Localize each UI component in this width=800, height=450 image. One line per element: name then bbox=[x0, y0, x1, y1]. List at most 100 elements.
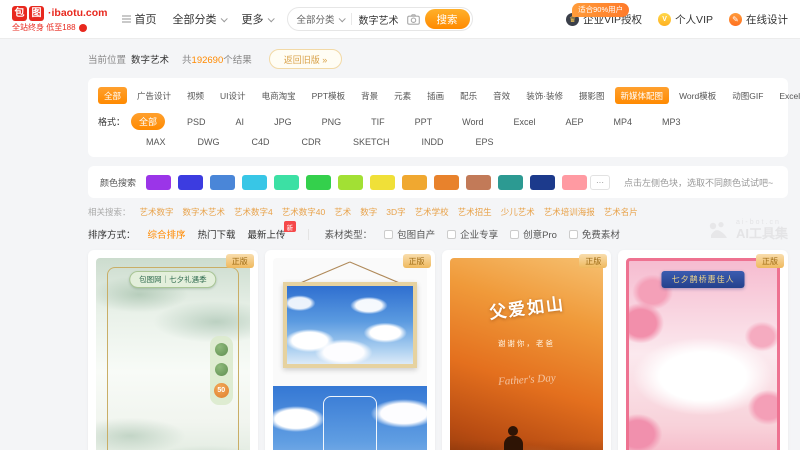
format-option[interactable]: AEP bbox=[557, 115, 591, 129]
category-tag[interactable]: 视频 bbox=[181, 87, 210, 104]
category-tag[interactable]: 插画 bbox=[421, 87, 450, 104]
format-option[interactable]: INDD bbox=[414, 135, 452, 149]
result-card-qixi-gift[interactable]: 正版 包图网｜七夕礼遇季 50 bbox=[88, 250, 258, 450]
color-swatch[interactable] bbox=[402, 175, 427, 190]
category-tag[interactable]: PPT模板 bbox=[306, 87, 352, 104]
checkbox-icon[interactable] bbox=[447, 230, 456, 239]
checkbox-icon[interactable] bbox=[510, 230, 519, 239]
related-term[interactable]: 艺术数字4 bbox=[234, 206, 273, 218]
seal-icon bbox=[215, 363, 228, 376]
related-term[interactable]: 艺术 bbox=[334, 206, 351, 218]
nav-more[interactable]: 更多 bbox=[242, 11, 273, 27]
related-term[interactable]: 艺术学校 bbox=[415, 206, 449, 218]
category-tag[interactable]: 广告设计 bbox=[131, 87, 177, 104]
category-tag[interactable]: 元素 bbox=[388, 87, 417, 104]
card-thumbnail bbox=[273, 258, 427, 450]
color-swatch[interactable] bbox=[370, 175, 395, 190]
related-term[interactable]: 艺术培训海报 bbox=[544, 206, 595, 218]
format-option[interactable]: EPS bbox=[468, 135, 502, 149]
related-term[interactable]: 艺术名片 bbox=[604, 206, 638, 218]
format-option[interactable]: JPG bbox=[266, 115, 300, 129]
color-swatch[interactable] bbox=[306, 175, 331, 190]
back-to-old-version-button[interactable]: 返回旧版 » bbox=[269, 49, 343, 69]
search-button[interactable]: 搜索 bbox=[425, 9, 470, 29]
format-option[interactable]: MAX bbox=[138, 135, 174, 149]
online-design-link[interactable]: ✎ 在线设计 bbox=[729, 12, 788, 27]
material-type-enterprise[interactable]: 企业专享 bbox=[447, 227, 498, 241]
related-term[interactable]: 数字 bbox=[360, 206, 377, 218]
material-type-free[interactable]: 免费素材 bbox=[569, 227, 620, 241]
material-type-self-produced[interactable]: 包图自产 bbox=[384, 227, 435, 241]
category-tag[interactable]: Word模板 bbox=[673, 87, 722, 104]
category-tag[interactable]: 配乐 bbox=[454, 87, 483, 104]
enterprise-vip-link[interactable]: 适合90%用户 ♛ 企业VIP授权 bbox=[566, 12, 642, 27]
more-colors-button[interactable]: ··· bbox=[590, 175, 610, 190]
related-term[interactable]: 3D字 bbox=[386, 206, 405, 218]
nav-home[interactable]: 首页 bbox=[122, 11, 157, 27]
color-swatch[interactable] bbox=[562, 175, 587, 190]
related-term[interactable]: 艺术招生 bbox=[458, 206, 492, 218]
format-option[interactable]: MP4 bbox=[605, 115, 640, 129]
related-term[interactable]: 数字木艺术 bbox=[183, 206, 226, 218]
color-swatch[interactable] bbox=[466, 175, 491, 190]
category-tag[interactable]: 音效 bbox=[487, 87, 516, 104]
format-option[interactable]: MP3 bbox=[654, 115, 689, 129]
logo-tagline: 全站终身 低至188 bbox=[12, 24, 76, 32]
format-option[interactable]: AI bbox=[228, 115, 253, 129]
format-option[interactable]: Word bbox=[454, 115, 491, 129]
color-swatch[interactable] bbox=[242, 175, 267, 190]
color-swatch[interactable] bbox=[210, 175, 235, 190]
related-term[interactable]: 少儿艺术 bbox=[501, 206, 535, 218]
camera-icon[interactable] bbox=[407, 14, 420, 25]
personal-vip-link[interactable]: V 个人VIP bbox=[658, 12, 713, 27]
material-type-creative-pro[interactable]: 创意Pro bbox=[510, 227, 557, 241]
color-swatch[interactable] bbox=[146, 175, 171, 190]
color-swatch[interactable] bbox=[498, 175, 523, 190]
sort-option-popular[interactable]: 热门下载 bbox=[198, 227, 236, 241]
main-nav: 首页 全部分类 更多 bbox=[122, 11, 273, 27]
format-option[interactable]: DWG bbox=[190, 135, 228, 149]
sort-option-newest[interactable]: 最新上传 新 bbox=[248, 227, 286, 241]
format-option[interactable]: SKETCH bbox=[345, 135, 398, 149]
category-tag[interactable]: 新媒体配图 bbox=[615, 87, 670, 104]
category-tag[interactable]: 背景 bbox=[355, 87, 384, 104]
card-thumbnail: 七夕鹊桥惠佳人 20 七夕钜惠 bbox=[626, 258, 780, 450]
filter-panel: 全部 广告设计 视频 UI设计 电商淘宝 PPT模板 背景 元素 插画 配乐 音… bbox=[88, 78, 788, 157]
logo-bao-icon: 包 bbox=[12, 6, 27, 21]
checkbox-icon[interactable] bbox=[569, 230, 578, 239]
result-card-qixi-sale[interactable]: 正版 七夕鹊桥惠佳人 20 七夕钜惠 bbox=[618, 250, 788, 450]
color-swatch[interactable] bbox=[434, 175, 459, 190]
related-term[interactable]: 艺术数字40 bbox=[282, 206, 325, 218]
format-option[interactable]: C4D bbox=[244, 135, 278, 149]
format-option[interactable]: PNG bbox=[314, 115, 350, 129]
format-option[interactable]: CDR bbox=[294, 135, 330, 149]
category-tag[interactable]: 电商淘宝 bbox=[256, 87, 302, 104]
sort-option-comprehensive[interactable]: 综合排序 bbox=[148, 227, 186, 241]
format-option[interactable]: Excel bbox=[505, 115, 543, 129]
format-option[interactable]: PPT bbox=[407, 115, 441, 129]
search-category-select[interactable]: 全部分类 bbox=[297, 12, 344, 26]
site-logo[interactable]: 包 图 ·ibaotu.com 全站终身 低至188 bbox=[12, 6, 108, 32]
category-tag[interactable]: 装饰·装修 bbox=[520, 87, 569, 104]
color-swatch[interactable] bbox=[338, 175, 363, 190]
related-term[interactable]: 艺术数字 bbox=[140, 206, 174, 218]
format-option[interactable]: TIF bbox=[363, 115, 393, 129]
logo-domain: ·ibaotu.com bbox=[48, 8, 108, 19]
online-design-icon: ✎ bbox=[729, 13, 742, 26]
format-option[interactable]: PSD bbox=[179, 115, 214, 129]
result-card-fathers-day[interactable]: 正版 父爱如山 谢谢你，老爸 Father's Day bbox=[442, 250, 612, 450]
category-tag[interactable]: UI设计 bbox=[214, 87, 252, 104]
category-tag[interactable]: 全部 bbox=[98, 87, 127, 104]
color-swatch[interactable] bbox=[274, 175, 299, 190]
color-swatch[interactable] bbox=[178, 175, 203, 190]
search-input[interactable] bbox=[359, 14, 407, 25]
color-swatch[interactable] bbox=[530, 175, 555, 190]
ribbon-banner-title: 七夕鹊桥惠佳人 bbox=[662, 271, 745, 288]
result-card-sky-clouds[interactable]: 正版 bbox=[265, 250, 435, 450]
category-tag[interactable]: 摄影图 bbox=[573, 87, 611, 104]
category-tag[interactable]: 动图GIF bbox=[726, 87, 769, 104]
checkbox-icon[interactable] bbox=[384, 230, 393, 239]
nav-all-categories[interactable]: 全部分类 bbox=[173, 11, 226, 27]
format-option[interactable]: 全部 bbox=[131, 113, 165, 130]
category-tag[interactable]: Excel模板 bbox=[773, 87, 800, 104]
